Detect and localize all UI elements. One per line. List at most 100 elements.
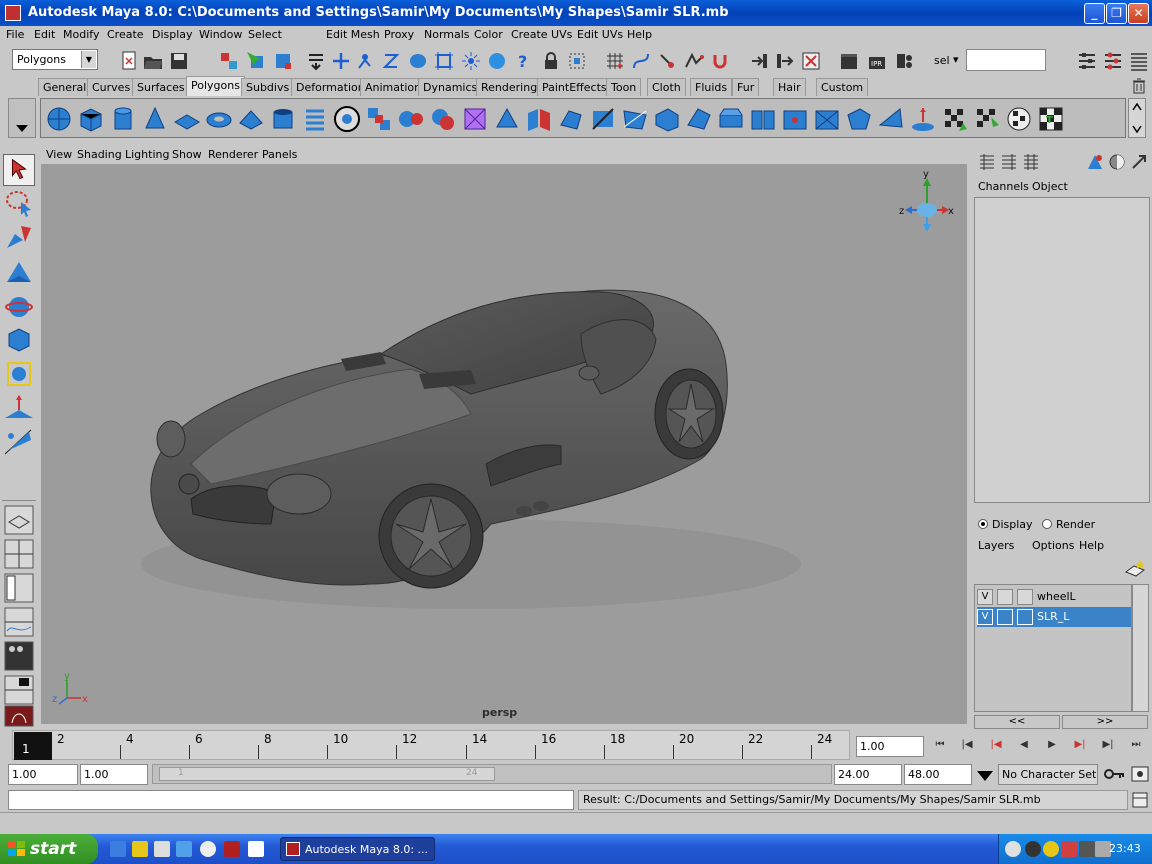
output-ops-icon[interactable] <box>774 50 796 72</box>
universal-manipulator-icon[interactable] <box>3 358 35 390</box>
tray-alert-icon[interactable] <box>1061 841 1077 857</box>
merge-edge-icon[interactable] <box>781 105 809 133</box>
cylindrical-mapping-icon[interactable] <box>1005 105 1033 133</box>
animation-end-field[interactable]: 48.00 <box>904 764 972 785</box>
step-back-key-button[interactable]: |◀ <box>955 735 979 755</box>
slr-car-model[interactable] <box>41 164 967 724</box>
lock-selection-icon[interactable] <box>540 50 562 72</box>
pick-dynamics-icon[interactable] <box>460 50 482 72</box>
poly-helix-icon[interactable] <box>301 105 329 133</box>
layer-type-toggle[interactable] <box>997 589 1013 605</box>
start-button[interactable]: start <box>0 834 98 864</box>
menu-edit-mesh[interactable]: Edit Mesh <box>326 28 380 41</box>
input-ops-icon[interactable] <box>748 50 770 72</box>
layer-prev-button[interactable]: << <box>974 715 1060 729</box>
script-editor-icon[interactable] <box>1132 792 1148 808</box>
poly-torus-icon[interactable] <box>205 105 233 133</box>
tray-app-icon[interactable] <box>1079 841 1095 857</box>
display-layers-radio[interactable]: Display <box>978 518 1033 531</box>
tab-surfaces[interactable]: Surfaces <box>132 78 190 96</box>
maya-launch-icon[interactable] <box>224 841 240 857</box>
collapse-icon[interactable] <box>813 105 841 133</box>
menu-set-select[interactable]: Polygons ▼ <box>12 49 98 70</box>
show-manipulator-icon[interactable] <box>3 426 35 458</box>
snap-point-icon[interactable] <box>656 50 678 72</box>
append-polygon-icon[interactable] <box>557 105 585 133</box>
paint-select-tool-icon[interactable] <box>3 222 35 254</box>
menu-modify[interactable]: Modify <box>63 28 99 41</box>
layer-help-menu[interactable]: Help <box>1079 539 1104 552</box>
go-to-start-button[interactable]: ⏮ <box>928 735 952 755</box>
menu-normals[interactable]: Normals <box>424 28 470 41</box>
offset-edge-loop-icon[interactable] <box>685 105 713 133</box>
step-forward-frame-button[interactable]: ▶| <box>1068 735 1092 755</box>
flip-triangle-edge-icon[interactable] <box>877 105 905 133</box>
pick-handles-icon[interactable] <box>330 50 352 72</box>
delete-edge-icon[interactable] <box>845 105 873 133</box>
poly-cone-icon[interactable] <box>141 105 169 133</box>
channel-box-toggle-icon[interactable] <box>1128 50 1150 72</box>
ie-icon[interactable] <box>110 841 126 857</box>
playback-start-field[interactable]: 1.00 <box>80 764 148 785</box>
highlight-selection-icon[interactable] <box>566 50 588 72</box>
layer-visibility-toggle[interactable]: V <box>977 609 993 625</box>
select-tool-icon[interactable] <box>3 154 35 186</box>
snap-view-plane-icon[interactable] <box>683 50 705 72</box>
pick-misc-icon[interactable]: ? <box>512 50 534 72</box>
view-axis-gizmo[interactable]: y z x <box>899 168 955 238</box>
menu-edit-uvs[interactable]: Edit UVs <box>577 28 623 41</box>
channel-box-layers-icon[interactable] <box>1000 153 1018 171</box>
pick-joints-icon[interactable] <box>354 50 376 72</box>
poly-plane-icon[interactable] <box>173 105 201 133</box>
layer-visibility-toggle[interactable]: V <box>977 589 993 605</box>
maximize-button[interactable]: ❐ <box>1106 3 1127 24</box>
menu-select[interactable]: Select <box>248 28 282 41</box>
time-slider[interactable]: 2 4 6 8 10 12 14 16 18 20 22 24 <box>0 730 852 762</box>
play-forwards-button[interactable]: ▶ <box>1040 735 1064 755</box>
trash-icon[interactable] <box>1130 77 1148 95</box>
uv-texture-editor-icon[interactable]: T <box>1037 105 1065 133</box>
quick-launch-icon[interactable] <box>154 841 170 857</box>
step-forward-key-button[interactable]: ▶| <box>1096 735 1120 755</box>
tab-dynamics[interactable]: Dynamics <box>418 78 483 96</box>
layer-next-button[interactable]: >> <box>1062 715 1148 729</box>
close-button[interactable]: ✕ <box>1128 3 1149 24</box>
persp-graph-layout-icon[interactable] <box>4 607 34 637</box>
channel-box-channels-label[interactable]: Channels <box>978 180 1029 193</box>
menu-display[interactable]: Display <box>152 28 193 41</box>
move-tool-icon[interactable] <box>3 256 35 288</box>
layer-type-toggle[interactable] <box>997 609 1013 625</box>
tab-hair[interactable]: Hair <box>773 78 806 96</box>
snap-grid-icon[interactable] <box>604 50 626 72</box>
range-slider-handle[interactable]: 1 24 <box>159 767 495 781</box>
cut-faces-icon[interactable] <box>589 105 617 133</box>
soft-modification-icon[interactable] <box>3 392 35 424</box>
viewport-menu-show[interactable]: Show <box>172 148 202 161</box>
poly-cube-icon[interactable] <box>77 105 105 133</box>
viewport-menu-lighting[interactable]: Lighting <box>125 148 169 161</box>
bevel-icon[interactable] <box>717 105 745 133</box>
render-view-icon[interactable] <box>4 705 34 727</box>
select-hierarchy-icon[interactable] <box>218 50 240 72</box>
play-backwards-button[interactable]: ◀ <box>1012 735 1036 755</box>
menu-file[interactable]: File <box>6 28 24 41</box>
pick-arrow-icon[interactable] <box>1130 153 1148 171</box>
snap-curve-icon[interactable] <box>630 50 652 72</box>
tab-cloth[interactable]: Cloth <box>647 78 686 96</box>
tab-custom[interactable]: Custom <box>816 78 869 96</box>
menu-proxy[interactable]: Proxy <box>384 28 414 41</box>
smooth-proxy-icon[interactable] <box>461 105 489 133</box>
layer-scrollbar[interactable] <box>1132 584 1149 712</box>
hypershade-layout-icon[interactable] <box>4 641 34 671</box>
viewport-menu-panels[interactable]: Panels <box>262 148 297 161</box>
poly-pipe-icon[interactable] <box>269 105 297 133</box>
lasso-tool-icon[interactable] <box>3 188 35 220</box>
construction-history-icon[interactable] <box>800 50 822 72</box>
current-frame-marker[interactable]: 1 <box>14 732 52 760</box>
combine-icon[interactable] <box>365 105 393 133</box>
layer-editor-icon[interactable] <box>1022 153 1040 171</box>
menu-edit[interactable]: Edit <box>34 28 55 41</box>
extrude-icon[interactable] <box>493 105 521 133</box>
tab-rendering[interactable]: Rendering <box>476 78 543 96</box>
shelf-scroll-up-icon[interactable] <box>1132 103 1142 111</box>
